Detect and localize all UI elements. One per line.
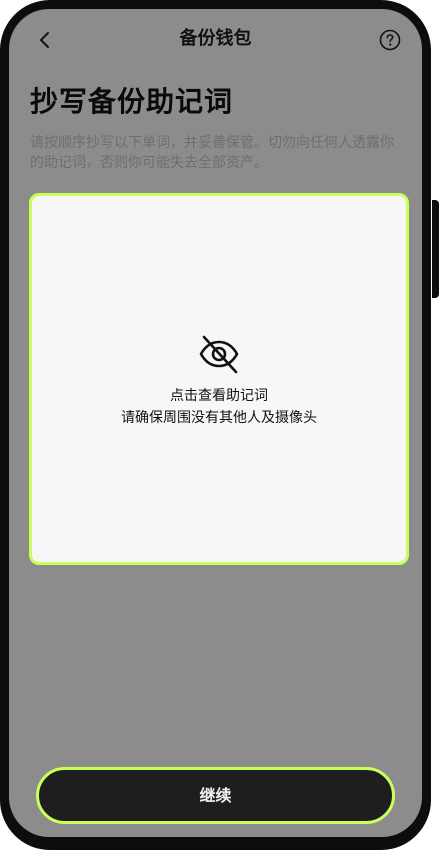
reveal-hint-text: 点击查看助记词 — [170, 388, 268, 404]
question-circle-icon — [379, 29, 401, 51]
header-title: 备份钱包 — [179, 28, 252, 49]
page-description: 请按顺序抄写以下单词，并妥善保管。切勿向任何人透露你的助记词，否则你可能失去全部… — [30, 135, 394, 171]
phone-side-button — [432, 200, 439, 298]
continue-button[interactable]: 继续 — [36, 767, 395, 824]
header-bar: 备份钱包 — [9, 9, 422, 71]
privacy-warning-text: 请确保周围没有其他人及摄像头 — [121, 410, 317, 426]
eye-slash-icon — [195, 330, 243, 378]
reveal-mnemonic-card[interactable]: 点击查看助记词 请确保周围没有其他人及摄像头 — [29, 193, 409, 565]
page-title: 抄写备份助记词 — [30, 85, 234, 118]
help-button[interactable] — [378, 28, 402, 52]
app-screen: 备份钱包 抄写备份助记词 请按顺序抄写以下单词，并妥善保管。切勿向任何人透露你的… — [9, 9, 422, 837]
phone-device: 备份钱包 抄写备份助记词 请按顺序抄写以下单词，并妥善保管。切勿向任何人透露你的… — [0, 0, 439, 851]
